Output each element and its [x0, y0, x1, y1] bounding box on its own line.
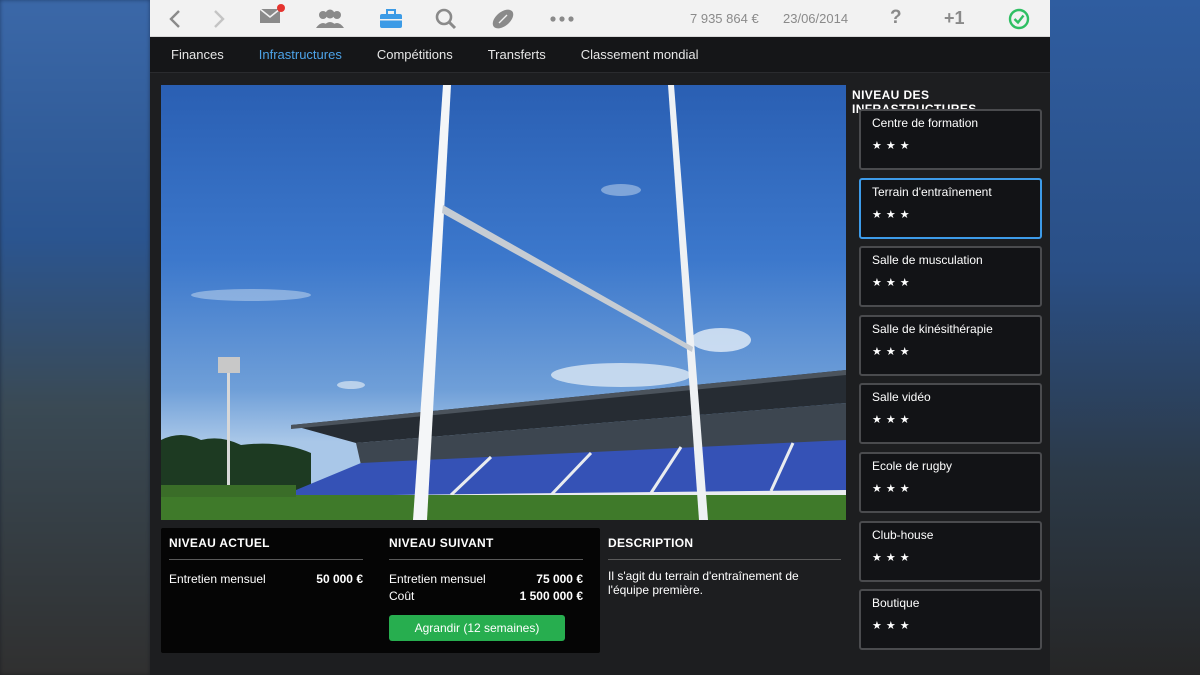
search-icon[interactable] [434, 0, 458, 37]
tab-infrastructures[interactable]: Infrastructures [259, 47, 342, 62]
infra-card-centre-formation[interactable]: Centre de formation ★★★ [859, 109, 1042, 170]
infra-stars: ★★★ [872, 482, 914, 495]
infra-name: Boutique [872, 596, 920, 611]
money-balance: 7 935 864 € [690, 11, 759, 26]
mail-icon[interactable] [258, 0, 285, 37]
background-right [1050, 0, 1200, 675]
notification-dot [277, 4, 285, 12]
current-level-title: NIVEAU ACTUEL [169, 536, 270, 550]
divider [169, 559, 363, 560]
more-options-icon[interactable] [549, 0, 575, 37]
infra-stars: ★★★ [872, 208, 914, 221]
infra-card-club-house[interactable]: Club-house ★★★ [859, 520, 1042, 582]
team-icon[interactable] [313, 0, 347, 37]
back-arrow-icon[interactable] [164, 0, 186, 37]
current-maintenance-value: 50 000 € [316, 572, 363, 586]
next-maintenance-row: Entretien mensuel 75 000 € [389, 572, 583, 586]
tab-finances[interactable]: Finances [171, 47, 224, 62]
current-date: 23/06/2014 [783, 11, 849, 26]
tab-competitions[interactable]: Compétitions [377, 47, 453, 62]
next-maintenance-label: Entretien mensuel [389, 572, 486, 586]
infra-card-salle-musculation[interactable]: Salle de musculation ★★★ [859, 246, 1042, 308]
next-cost-row: Coût 1 500 000 € [389, 589, 583, 603]
divider [608, 559, 841, 560]
plus-one-button[interactable]: +1 [944, 8, 965, 29]
next-cost-label: Coût [389, 589, 415, 603]
rugby-ball-icon[interactable] [490, 0, 516, 37]
infra-stars: ★★★ [872, 551, 914, 564]
infrastructure-list: Centre de formation ★★★ Terrain d'entraî… [859, 109, 1042, 658]
infra-name: Ecole de rugby [872, 458, 953, 473]
infra-stars: ★★★ [872, 345, 914, 358]
next-cost-value: 1 500 000 € [519, 589, 583, 603]
current-maintenance-label: Entretien mensuel [169, 572, 266, 586]
tab-world-ranking[interactable]: Classement mondial [581, 47, 699, 62]
background-left [0, 0, 150, 675]
infra-stars: ★★★ [872, 277, 914, 290]
infrastructure-photo [161, 85, 846, 520]
upgrade-button[interactable]: Agrandir (12 semaines) [389, 615, 565, 641]
infra-card-salle-kinesitherapie[interactable]: Salle de kinésithérapie ★★★ [859, 314, 1042, 376]
infra-stars: ★★★ [872, 620, 914, 633]
infra-stars: ★★★ [872, 140, 914, 152]
next-maintenance-value: 75 000 € [536, 572, 583, 586]
briefcase-icon[interactable] [378, 0, 404, 37]
infra-stars: ★★★ [872, 414, 914, 427]
infra-name: Salle vidéo [872, 390, 931, 405]
next-level-section: NIVEAU SUIVANT Entretien mensuel 75 000 … [389, 536, 583, 603]
section-tabs: Finances Infrastructures Compétitions Tr… [150, 37, 1050, 73]
current-level-section: NIVEAU ACTUEL Entretien mensuel 50 000 € [169, 536, 363, 586]
divider [389, 559, 583, 560]
infra-name: Salle de musculation [872, 253, 983, 268]
description-title: DESCRIPTION [608, 536, 694, 550]
continue-clock-icon[interactable] [1007, 0, 1031, 37]
current-maintenance-row: Entretien mensuel 50 000 € [169, 572, 363, 586]
next-level-title: NIVEAU SUIVANT [389, 536, 494, 550]
forward-arrow-icon[interactable] [208, 0, 230, 37]
infra-name: Salle de kinésithérapie [872, 321, 993, 336]
infra-name: Centre de formation [872, 116, 979, 130]
app-window: 7 935 864 € 23/06/2014 ? +1 Finances Inf… [150, 0, 1050, 675]
top-toolbar: 7 935 864 € 23/06/2014 ? +1 [150, 0, 1050, 37]
infra-name: Terrain d'entraînement [872, 184, 992, 199]
level-panel: NIVEAU ACTUEL Entretien mensuel 50 000 €… [161, 528, 600, 653]
infra-card-boutique[interactable]: Boutique ★★★ [859, 589, 1042, 651]
description-text: Il s'agit du terrain d'entraînement de l… [608, 569, 799, 597]
tab-transfers[interactable]: Transferts [488, 47, 546, 62]
infra-name: Club-house [872, 527, 934, 542]
help-button[interactable]: ? [890, 7, 902, 29]
infra-card-ecole-rugby[interactable]: Ecole de rugby ★★★ [859, 451, 1042, 513]
description-section: DESCRIPTION Il s'agit du terrain d'entra… [608, 528, 841, 597]
infra-card-terrain-entrainement[interactable]: Terrain d'entraînement ★★★ [859, 177, 1042, 239]
infra-card-salle-video[interactable]: Salle vidéo ★★★ [859, 383, 1042, 445]
